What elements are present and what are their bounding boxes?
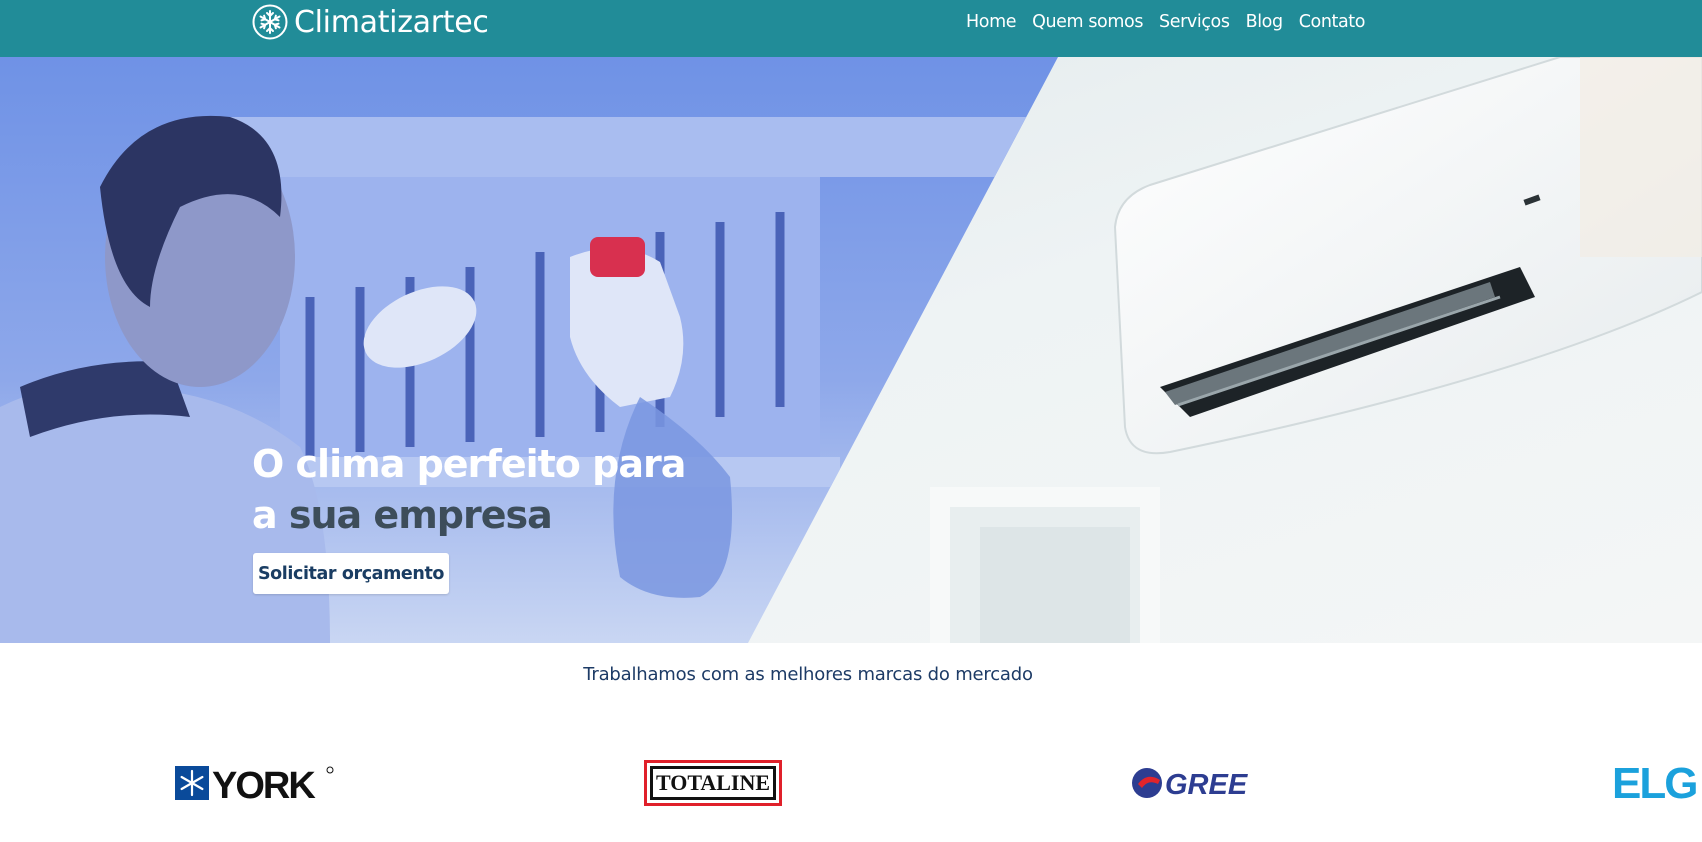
nav-quem-somos[interactable]: Quem somos [1032, 11, 1143, 33]
brand-logo-link[interactable]: Climatizartec [252, 3, 489, 41]
elgin-logo-text: ELG [1612, 762, 1696, 804]
snowflake-icon [252, 4, 288, 40]
brand-name: Climatizartec [294, 4, 489, 40]
hero-title: O clima perfeito para a sua empresa [252, 439, 772, 541]
hero-title-line1: O clima perfeito para [252, 442, 686, 486]
nav-servicos[interactable]: Serviços [1159, 11, 1230, 33]
request-quote-button[interactable]: Solicitar orçamento [253, 553, 449, 594]
nav-blog[interactable]: Blog [1246, 11, 1283, 33]
totaline-logo-text: TOTALINE [656, 770, 770, 795]
nav-home[interactable]: Home [966, 11, 1016, 33]
top-navbar: Climatizartec Home Quem somos Serviços B… [0, 0, 1702, 57]
york-logo-text: YORK [212, 765, 316, 803]
york-logo: YORK [175, 765, 334, 803]
gree-logo: GREE [1132, 768, 1249, 800]
gree-logo-text: GREE [1165, 769, 1249, 800]
hero-title-prefix: a [252, 493, 278, 537]
main-nav: Home Quem somos Serviços Blog Contato [966, 11, 1365, 33]
elgin-logo: ELG [1612, 762, 1698, 804]
nav-contato[interactable]: Contato [1299, 11, 1366, 33]
hero-banner: O clima perfeito para a sua empresa Soli… [0, 57, 1702, 643]
totaline-logo: TOTALINE [644, 760, 782, 806]
brands-caption: Trabalhamos com as melhores marcas do me… [583, 664, 1033, 685]
hero-title-emphasis: sua empresa [288, 493, 553, 537]
